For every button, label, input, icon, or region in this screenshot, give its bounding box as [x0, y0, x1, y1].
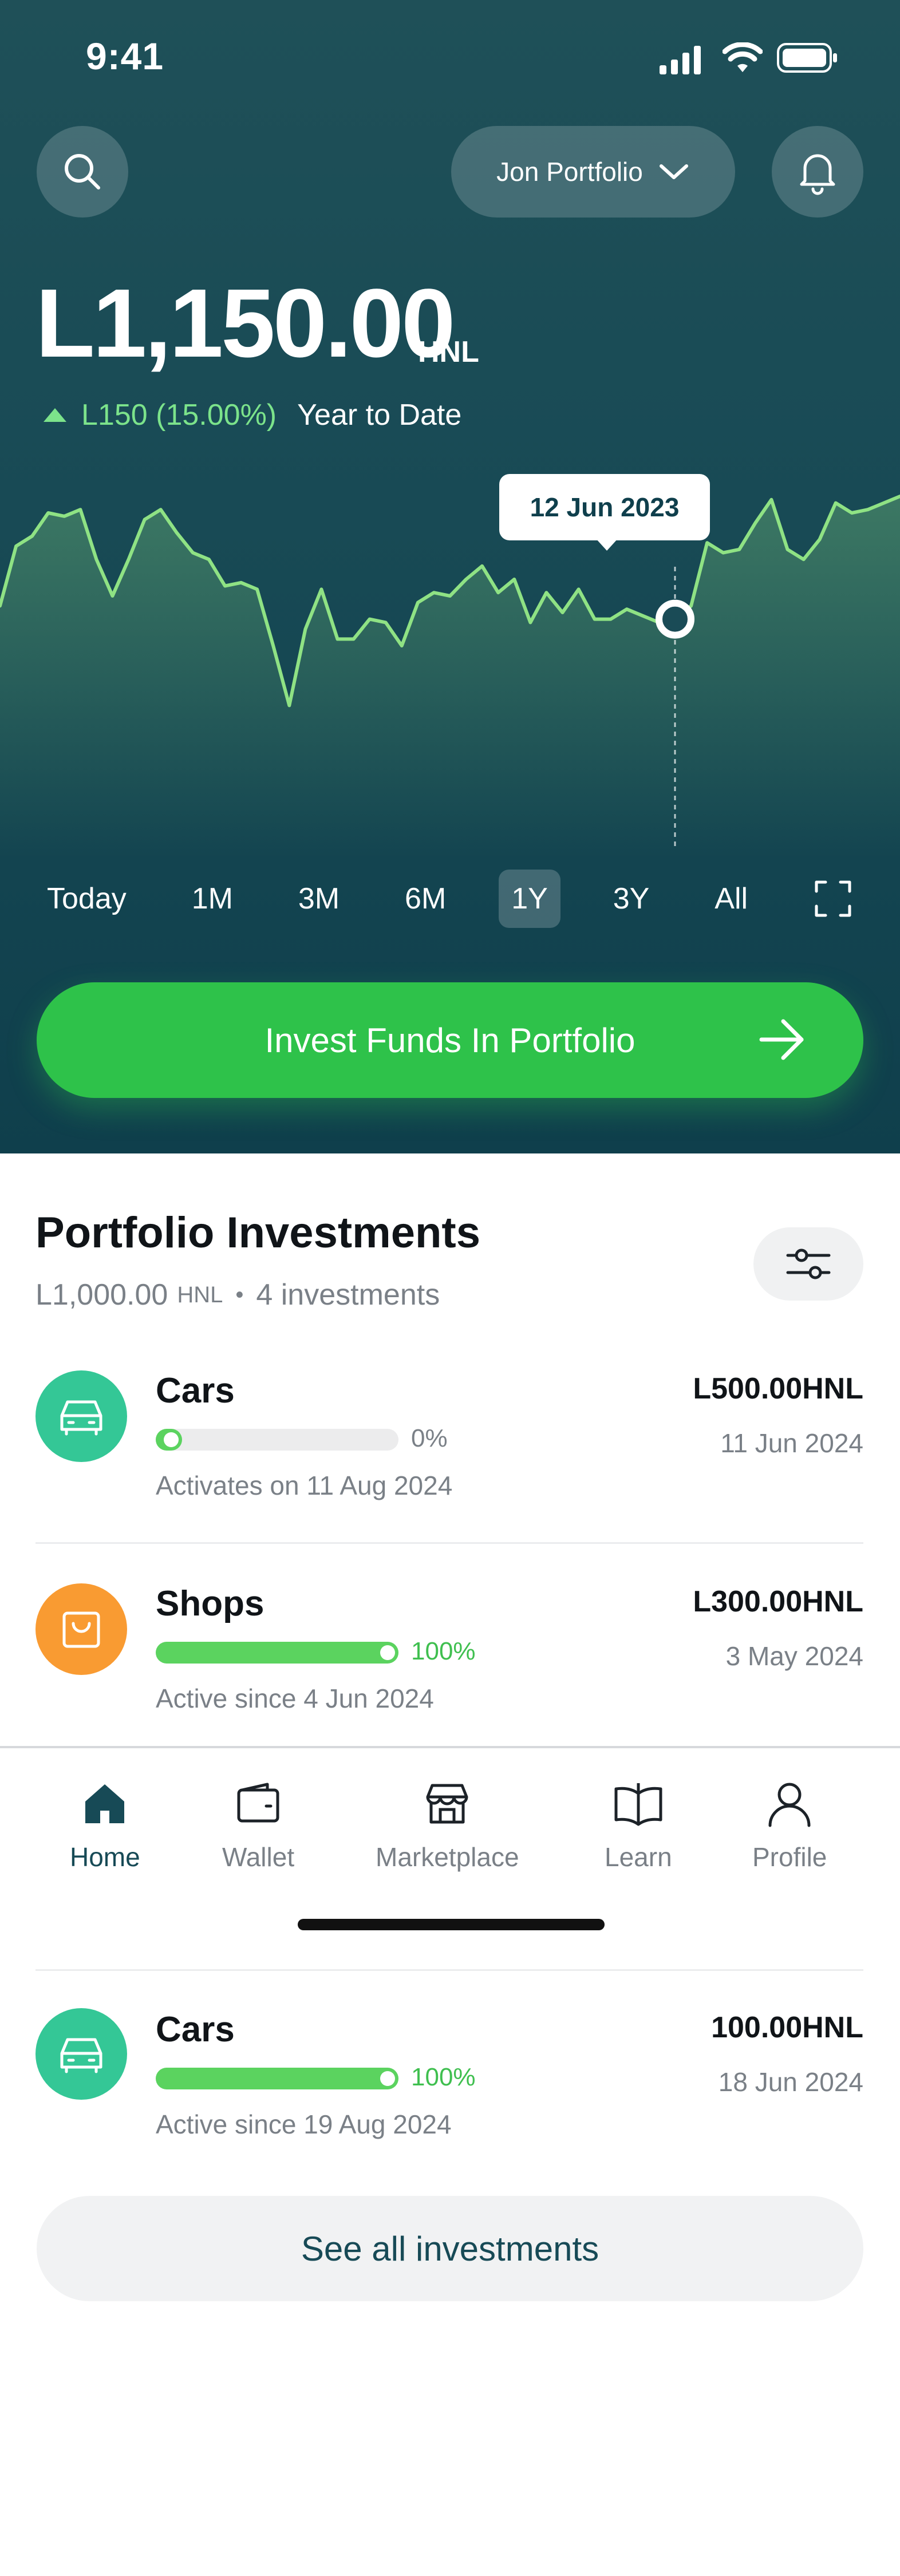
- progress-knob: [380, 1645, 395, 1660]
- investment-date: 18 Jun 2024: [718, 2067, 863, 2097]
- tab-home[interactable]: Home: [70, 1780, 140, 1872]
- tab-learn-label: Learn: [605, 1842, 672, 1872]
- fullscreen-button[interactable]: [800, 870, 866, 928]
- notifications-button[interactable]: [772, 126, 863, 218]
- chart-area: [0, 496, 900, 859]
- progress-label: 100%: [411, 2063, 476, 2091]
- invest-funds-button[interactable]: Invest Funds In Portfolio: [37, 982, 863, 1098]
- investment-amount: 100.00HNL: [711, 2011, 863, 2044]
- range-today[interactable]: Today: [34, 870, 139, 928]
- time-range-selector: Today 1M 3M 6M 1Y 3Y All: [34, 867, 866, 930]
- arrow-right-icon: [759, 1019, 804, 1060]
- investment-date: 3 May 2024: [725, 1641, 863, 1671]
- sliders-icon: [786, 1249, 831, 1279]
- investments-total: L1,000.00: [35, 1278, 168, 1311]
- investment-status-note: Activates on 11 Aug 2024: [156, 1471, 453, 1500]
- investment-amount: L300.00HNL: [693, 1585, 863, 1618]
- investment-amount: L500.00HNL: [693, 1372, 863, 1405]
- progress-bar: [156, 1642, 398, 1664]
- car-icon: [60, 1400, 102, 1436]
- investment-date: 11 Jun 2024: [720, 1428, 863, 1458]
- range-1m[interactable]: 1M: [179, 870, 246, 928]
- car-icon: [60, 2038, 102, 2073]
- divider: [35, 1542, 863, 1544]
- range-1y[interactable]: 1Y: [499, 870, 560, 928]
- chart-tooltip: 12 Jun 2023: [499, 474, 710, 540]
- balance-change-period: Year to Date: [297, 398, 462, 432]
- book-open-icon: [614, 1783, 662, 1826]
- home-icon: [85, 1784, 125, 1823]
- store-icon: [426, 1784, 468, 1824]
- investment-icon: [35, 2008, 127, 2100]
- bottom-tab-bar: Home Wallet Marketplace Learn Profile: [0, 1746, 900, 1971]
- wifi-icon: [723, 42, 763, 72]
- chevron-down-icon: [659, 164, 688, 179]
- section-summary: L1,000.00 HNL • 4 investments: [35, 1278, 440, 1312]
- tab-wallet[interactable]: Wallet: [222, 1780, 294, 1872]
- portfolio-header: 9:41 Jon Portfolio L1,150.00 HNL L150 (1…: [0, 0, 900, 1153]
- progress-fill: [156, 1642, 398, 1664]
- battery-icon: [777, 43, 837, 73]
- range-3y[interactable]: 3Y: [601, 870, 662, 928]
- portfolio-balance: L1,150.00: [35, 269, 456, 378]
- investment-icon: [35, 1370, 127, 1462]
- chart-tooltip-pointer: [595, 538, 618, 551]
- search-icon: [65, 154, 100, 189]
- progress-label: 100%: [411, 1637, 476, 1665]
- triangle-up-icon: [44, 408, 66, 422]
- investment-name: Cars: [156, 2010, 235, 2049]
- home-indicator: [298, 1919, 605, 1930]
- search-button[interactable]: [37, 126, 128, 218]
- tab-learn[interactable]: Learn: [605, 1780, 672, 1872]
- tab-profile-label: Profile: [752, 1842, 827, 1872]
- investment-icon: [35, 1583, 127, 1675]
- cellular-signal-icon: [660, 46, 701, 74]
- portfolio-selector-label: Jon Portfolio: [496, 157, 643, 187]
- portfolio-line-chart[interactable]: [0, 447, 900, 859]
- investments-total-currency: HNL: [177, 1282, 223, 1307]
- range-6m[interactable]: 6M: [392, 870, 459, 928]
- investment-status-note: Active since 19 Aug 2024: [156, 2109, 452, 2139]
- tab-marketplace-label: Marketplace: [376, 1842, 519, 1872]
- see-all-investments-button[interactable]: See all investments: [37, 2196, 863, 2301]
- status-time: 9:41: [86, 35, 164, 77]
- balance-change-value: L150 (15.00%): [81, 398, 277, 432]
- dot-separator: •: [235, 1282, 244, 1307]
- progress-bar: [156, 1429, 398, 1451]
- bell-icon: [800, 154, 835, 195]
- progress-knob: [380, 2071, 395, 2086]
- user-icon: [768, 1783, 811, 1827]
- investment-name: Shops: [156, 1584, 265, 1623]
- wallet-icon: [237, 1783, 279, 1823]
- range-3m[interactable]: 3M: [286, 870, 352, 928]
- investment-status-note: Active since 4 Jun 2024: [156, 1684, 434, 1713]
- investments-count: 4 investments: [256, 1278, 440, 1311]
- tab-marketplace[interactable]: Marketplace: [376, 1780, 519, 1872]
- tab-wallet-label: Wallet: [222, 1842, 295, 1872]
- progress-fill: [156, 2068, 398, 2089]
- progress-fill: [156, 1429, 182, 1451]
- progress-label: 0%: [411, 1424, 448, 1452]
- balance-change: L150 (15.00%) Year to Date: [41, 398, 461, 432]
- tab-home-label: Home: [70, 1842, 140, 1872]
- shopping-bag-icon: [62, 1611, 100, 1648]
- portfolio-selector[interactable]: Jon Portfolio: [451, 126, 735, 218]
- tab-profile[interactable]: Profile: [752, 1780, 827, 1872]
- progress-knob: [164, 1432, 179, 1447]
- progress-bar: [156, 2068, 398, 2089]
- section-title: Portfolio Investments: [35, 1208, 480, 1257]
- range-all[interactable]: All: [702, 870, 760, 928]
- balance-currency: HNL: [418, 335, 479, 369]
- filter-button[interactable]: [753, 1227, 863, 1301]
- chart-highlight-point[interactable]: [656, 599, 694, 639]
- invest-funds-label: Invest Funds In Portfolio: [265, 1021, 635, 1060]
- investment-name: Cars: [156, 1371, 235, 1411]
- fullscreen-icon: [815, 880, 851, 917]
- divider: [35, 1969, 863, 1971]
